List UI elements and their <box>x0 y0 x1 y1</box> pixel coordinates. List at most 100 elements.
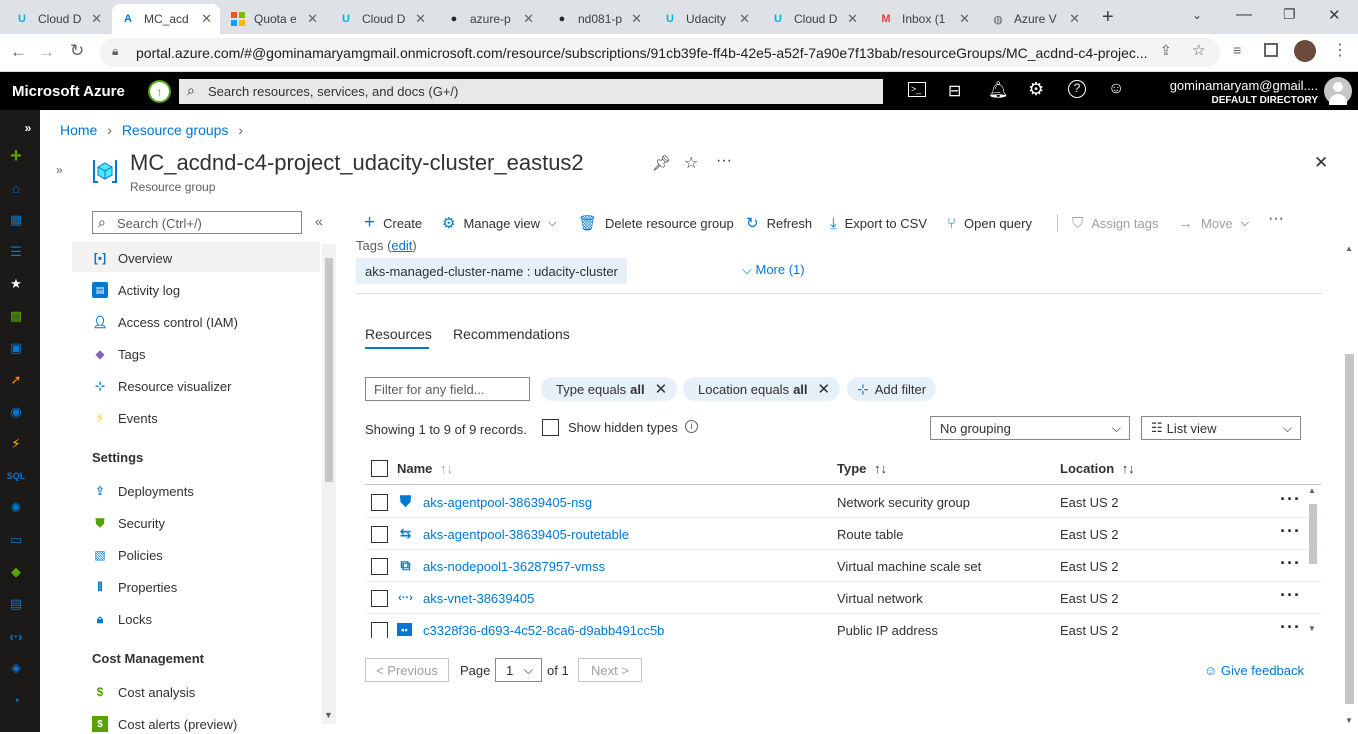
export-csv-button[interactable]: ⤓ Export to CSV <box>830 212 927 234</box>
tab-search-chevron-icon[interactable]: ⌄ <box>1192 8 1202 22</box>
minimize-icon[interactable]: — <box>1236 6 1252 24</box>
browser-tab[interactable]: U Cloud D ✕ <box>762 4 866 34</box>
azure-brand[interactable]: Microsoft Azure <box>12 83 125 100</box>
table-scrollbar[interactable]: ▲ ▼ <box>1306 486 1320 636</box>
select-all-checkbox[interactable] <box>371 460 388 477</box>
table-row[interactable]: ‹··› aks-vnet-38639405 Virtual network E… <box>365 582 1321 614</box>
column-header-name[interactable]: Name ↑↓ <box>397 461 453 476</box>
favorite-star-icon[interactable]: ☆ <box>684 153 698 173</box>
row-more-icon[interactable]: ··· <box>1280 585 1301 606</box>
menu-item-access-control[interactable]: 👤︎ Access control (IAM) <box>92 312 238 332</box>
add-filter-button[interactable]: ⊹ Add filter <box>847 377 937 401</box>
row-checkbox[interactable] <box>371 494 388 511</box>
resource-name-link[interactable]: aks-agentpool-38639405-routetable <box>423 527 629 542</box>
column-header-location[interactable]: Location ↑↓ <box>1060 461 1135 476</box>
scroll-down-arrow-icon[interactable]: ▼ <box>324 710 333 720</box>
tags-edit-link[interactable]: edit <box>391 238 412 253</box>
tab-resources[interactable]: Resources <box>365 326 432 342</box>
scroll-down-arrow-icon[interactable]: ▼ <box>1308 624 1316 633</box>
all-resources-icon[interactable]: ▩ <box>6 306 26 326</box>
profile-avatar[interactable] <box>1294 40 1316 62</box>
table-row[interactable]: ⇆ aks-agentpool-38639405-routetable Rout… <box>365 518 1321 550</box>
more-actions-icon[interactable]: ··· <box>716 152 732 170</box>
move-button[interactable]: → Move ⌵ <box>1178 212 1249 234</box>
close-tab-icon[interactable]: ✕ <box>523 11 534 27</box>
pin-icon[interactable]: 📌︎ <box>652 154 671 172</box>
row-more-icon[interactable]: ··· <box>1280 521 1301 542</box>
main-scrollbar[interactable]: ▲ ▼ <box>1342 238 1356 732</box>
browser-tab[interactable]: Quota e ✕ <box>222 4 326 34</box>
next-page-button[interactable]: Next > <box>578 658 642 682</box>
filter-input[interactable]: Filter for any field... <box>365 377 530 401</box>
dashboard-icon[interactable]: ▦ <box>6 210 26 230</box>
browser-menu-icon[interactable]: ⋮ <box>1332 40 1348 60</box>
column-header-type[interactable]: Type ↑↓ <box>837 461 887 476</box>
quickstart-rocket-icon[interactable]: ➚ <box>6 370 26 390</box>
close-window-icon[interactable]: ✕ <box>1328 6 1341 24</box>
resource-name-link[interactable]: aks-nodepool1-36287957-vmss <box>423 559 605 574</box>
back-icon[interactable]: ← <box>10 42 27 62</box>
browser-tab[interactable]: M Inbox (1 ✕ <box>870 4 978 34</box>
close-tab-icon[interactable]: ✕ <box>201 11 212 27</box>
bookmark-star-icon[interactable]: ☆ <box>1192 41 1205 59</box>
home-icon[interactable]: ⌂ <box>6 178 26 198</box>
create-button[interactable]: + Create <box>364 212 422 234</box>
menu-item-overview[interactable]: [▪] Overview <box>92 248 172 268</box>
menu-scrollbar[interactable]: ▼ <box>322 244 336 724</box>
menu-item-events[interactable]: ⚡ Events <box>92 408 158 428</box>
row-checkbox[interactable] <box>371 526 388 543</box>
resource-name-link[interactable]: c3328f36-d693-4c52-8ca6-d9abb491cc5b <box>423 623 664 638</box>
more-commands-icon[interactable]: ··· <box>1268 210 1284 228</box>
tab-recommendations[interactable]: Recommendations <box>453 326 570 342</box>
page-number-dropdown[interactable]: 1 ⌵ <box>495 658 542 682</box>
close-tab-icon[interactable]: ✕ <box>91 11 102 27</box>
azure-ad-icon[interactable]: ◈ <box>6 658 26 678</box>
refresh-button[interactable]: ↻ Refresh <box>746 212 812 234</box>
help-icon[interactable]: ? <box>1068 80 1086 98</box>
browser-tab-active[interactable]: A MC_acd ✕ <box>112 4 220 34</box>
breadcrumb-home[interactable]: Home <box>60 122 97 138</box>
location-filter-pill[interactable]: Location equals all ✕ <box>683 377 841 401</box>
directory-filter-icon[interactable]: ⊟ <box>948 81 961 101</box>
menu-item-cost-alerts[interactable]: $ Cost alerts (preview) <box>92 714 237 734</box>
manage-view-button[interactable]: ⚙ Manage view ⌵ <box>442 212 556 234</box>
table-scrollbar-thumb[interactable] <box>1309 504 1317 564</box>
function-app-icon[interactable]: ⚡ <box>6 434 26 454</box>
close-tab-icon[interactable]: ✕ <box>631 11 642 27</box>
side-panel-icon[interactable] <box>1264 43 1278 57</box>
all-services-icon[interactable]: ☰ <box>6 242 26 262</box>
browser-tab[interactable]: ● azure-p ✕ <box>438 4 542 34</box>
close-blade-icon[interactable]: ✕ <box>1314 153 1328 173</box>
menu-item-tags[interactable]: ◆ Tags <box>92 344 145 364</box>
close-tab-icon[interactable]: ✕ <box>959 11 970 27</box>
scroll-up-arrow-icon[interactable]: ▲ <box>1308 486 1316 495</box>
resource-name-link[interactable]: aks-vnet-38639405 <box>423 591 534 606</box>
table-row[interactable]: ⧉ aks-nodepool1-36287957-vmss Virtual ma… <box>365 550 1321 582</box>
remove-filter-icon[interactable]: ✕ <box>655 380 668 398</box>
menu-item-resource-visualizer[interactable]: ⊹ Resource visualizer <box>92 376 231 396</box>
expand-rail-icon[interactable]: » <box>18 118 38 138</box>
favorites-star-icon[interactable]: ★ <box>6 274 26 294</box>
user-email[interactable]: gominamaryam@gmail.... <box>1170 78 1318 93</box>
assign-tags-button[interactable]: ⛉ Assign tags <box>1072 212 1158 234</box>
forward-icon[interactable]: → <box>38 42 55 62</box>
notifications-bell-icon[interactable]: 🔔︎ <box>988 80 1008 100</box>
menu-search-input[interactable]: ⌕ Search (Ctrl+/) <box>92 211 302 234</box>
browser-tab[interactable]: U Cloud D ✕ <box>330 4 434 34</box>
info-icon[interactable]: i <box>685 420 698 433</box>
global-search-input[interactable]: ⌕ Search resources, services, and docs (… <box>179 79 883 104</box>
close-tab-icon[interactable]: ✕ <box>415 11 426 27</box>
view-dropdown[interactable]: ☷ List view ⌵ <box>1141 416 1301 440</box>
remove-filter-icon[interactable]: ✕ <box>818 380 831 398</box>
reload-icon[interactable]: ↻ <box>70 41 84 61</box>
settings-gear-icon[interactable]: ⚙ <box>1028 79 1044 100</box>
feedback-icon[interactable]: ☺ <box>1108 80 1124 98</box>
table-row[interactable]: ▪▪ c3328f36-d693-4c52-8ca6-d9abb491cc5b … <box>365 614 1321 638</box>
create-resource-plus-icon[interactable]: + <box>6 145 26 167</box>
row-more-icon[interactable]: ··· <box>1280 553 1301 574</box>
row-checkbox[interactable] <box>371 622 388 638</box>
row-checkbox[interactable] <box>371 558 388 575</box>
type-filter-pill[interactable]: Type equals all ✕ <box>541 377 678 401</box>
browser-tab[interactable]: ◍ Azure V ✕ <box>982 4 1088 34</box>
menu-item-cost-analysis[interactable]: $ Cost analysis <box>92 682 196 702</box>
